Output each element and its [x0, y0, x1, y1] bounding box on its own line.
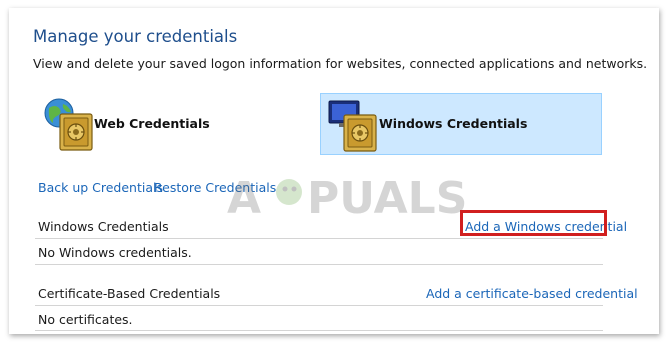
screenshot-frame: Manage your credentials View and delete …: [0, 0, 670, 347]
certificate-credentials-empty-text: No certificates.: [38, 312, 133, 327]
highlight-box: [460, 210, 607, 236]
web-credentials-tile[interactable]: Web Credentials: [37, 93, 307, 155]
section-divider: [35, 330, 603, 331]
page-title: Manage your credentials: [33, 27, 238, 46]
windows-vault-icon: [328, 100, 377, 152]
section-divider: [35, 305, 603, 306]
windows-credentials-label: Windows Credentials: [379, 116, 528, 131]
add-certificate-credential-link[interactable]: Add a certificate-based credential: [426, 286, 638, 301]
windows-credentials-empty-text: No Windows credentials.: [38, 245, 192, 260]
windows-credentials-tile[interactable]: Windows Credentials: [320, 93, 602, 155]
web-vault-icon: [44, 98, 93, 151]
svg-text:PUALS: PUALS: [307, 173, 467, 224]
section-divider: [35, 264, 603, 265]
certificate-credentials-section-title: Certificate-Based Credentials: [38, 286, 221, 301]
credential-manager-panel: Manage your credentials View and delete …: [9, 8, 659, 334]
page-subtitle: View and delete your saved logon informa…: [33, 56, 648, 71]
svg-text:A: A: [227, 173, 261, 224]
web-credentials-label: Web Credentials: [94, 116, 210, 131]
section-divider: [35, 238, 603, 239]
windows-credentials-section-title: Windows Credentials: [38, 219, 169, 234]
backup-credentials-link[interactable]: Back up Credentials: [38, 180, 163, 195]
appuals-watermark-logo: A PUALS: [227, 173, 467, 224]
